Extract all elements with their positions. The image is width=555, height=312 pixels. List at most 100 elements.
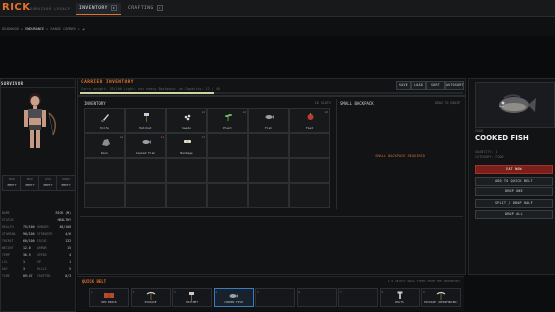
inventory-slot-empty[interactable] — [207, 133, 248, 158]
stat-row: THIRST 60/100 FOCUS 132 — [1, 239, 73, 245]
inventory-slot[interactable]: x2 Plant — [207, 108, 248, 133]
food-icon — [307, 113, 313, 120]
drop-one-button[interactable]: DROP ONE — [475, 187, 553, 196]
divider — [80, 216, 463, 217]
stat-label: CRAFTED — [37, 274, 51, 278]
quick-belt-slot[interactable]: 1 RED BRICK — [89, 288, 129, 307]
item-quantity-badge: x2 — [324, 110, 328, 114]
slot-item-name: PICKAXE — [144, 300, 157, 304]
equip-slot-legs[interactable]: LEGS EMPTY — [38, 175, 58, 191]
carry-weight-fill — [80, 92, 215, 94]
quick-belt-slot[interactable]: 8 BOLTS — [379, 288, 420, 307]
stat-value: 60/100 — [23, 239, 35, 243]
quick-belt-slot-empty[interactable]: 7 — [338, 288, 378, 307]
stat-row: STAMINA 90/100 STRENGTH 4/6 — [1, 232, 73, 238]
inventory-slot-empty[interactable] — [207, 158, 248, 183]
knife-icon — [100, 114, 109, 122]
item-preview — [475, 82, 555, 128]
autosort-button[interactable]: AUTOSORT — [445, 81, 464, 90]
inventory-slot[interactable]: Fish — [248, 108, 289, 133]
inventory-slot[interactable]: x3 Bandage — [166, 133, 207, 158]
item-name-label: Plant — [223, 126, 232, 130]
inventory-slot[interactable]: x2 Food — [289, 108, 330, 133]
inventory-slot[interactable]: Hatchet — [125, 108, 166, 133]
inventory-slot[interactable]: x4 Seeds — [166, 108, 207, 133]
inventory-slot-empty[interactable] — [248, 158, 289, 183]
tab-inventory[interactable]: INVENTORY I — [76, 3, 121, 15]
inventory-slot-empty[interactable] — [248, 133, 289, 158]
inventory-slot-empty[interactable] — [125, 183, 166, 208]
stat-value: 48/100 — [59, 225, 71, 229]
equip-slot-hands[interactable]: HANDS EMPTY — [56, 175, 76, 191]
add-to-quick-belt-button[interactable]: ADD TO QUICK BELT — [475, 177, 553, 186]
load-button[interactable]: LOAD — [411, 81, 426, 90]
inventory-slot-empty[interactable] — [125, 158, 166, 183]
stat-value: 4 — [69, 253, 71, 257]
stat-label: HEALTH — [2, 225, 14, 229]
stat-row: TEMP 36.5 SPEED 4 — [1, 253, 73, 259]
quick-belt-slot-empty[interactable]: 6 — [296, 288, 337, 307]
quick-belt-slot[interactable]: 2 PICKAXE — [130, 288, 171, 307]
sort-button[interactable]: SORT — [426, 81, 445, 90]
item-type: FOOD — [475, 129, 484, 133]
stat-label: TIME — [2, 274, 10, 278]
inventory-slot-empty[interactable] — [289, 158, 330, 183]
equip-slot-body-label: BODY — [26, 178, 34, 181]
backpack-required-notice: SMALL BACKPACK REQUIRED — [375, 154, 425, 158]
inventory-slot-empty[interactable] — [248, 183, 289, 208]
stat-value: 4/6 — [65, 232, 71, 236]
stat-label: ARMOR — [37, 246, 47, 250]
item-quantity-badge: x3 — [201, 135, 205, 139]
stat-value: HEALTHY — [57, 218, 71, 222]
quick-belt-slot-empty[interactable]: 5 — [255, 288, 295, 307]
breadcrumb-part-1[interactable]: DEADWOOD — [2, 27, 19, 31]
stat-label: WEIGHT — [2, 246, 14, 250]
game-logo: RICK — [2, 2, 31, 13]
inventory-slot-empty[interactable] — [289, 183, 330, 208]
item-name-label: Food — [306, 126, 313, 130]
stat-row: WEIGHT 12.0 ARMOR 15 — [1, 246, 73, 252]
inventory-slot-empty[interactable] — [207, 183, 248, 208]
backpack-area[interactable]: SMALL BACKPACK DRAG TO EQUIP SMALL BACKP… — [336, 99, 463, 209]
stat-row: NAME RICK (M) — [1, 211, 73, 217]
breadcrumb-part-3[interactable]: RANGE CAMBER — [50, 27, 75, 31]
split-drop-half-button[interactable]: SPLIT / DROP HALF — [475, 199, 553, 208]
inventory-slot-empty[interactable] — [84, 183, 125, 208]
inventory-slot-empty[interactable] — [289, 133, 330, 158]
inventory-slot[interactable]: Knife — [84, 108, 125, 133]
stat-label: LVL — [2, 260, 8, 264]
breadcrumb-part-2[interactable]: ENDURANCE — [25, 27, 44, 31]
quick-belt-slot[interactable]: 4 COOKED FISH — [213, 288, 254, 307]
tab-crafting[interactable]: CRAFTING C — [125, 3, 168, 14]
divider — [78, 95, 465, 97]
inventory-slot[interactable]: x1 Cooked Fish — [125, 133, 166, 158]
carry-weight-bar — [80, 92, 463, 94]
stat-value: 90/100 — [23, 232, 35, 236]
inventory-slot-empty[interactable] — [166, 158, 207, 183]
equip-slot-head[interactable]: HEAD EMPTY — [2, 175, 22, 191]
stat-value: 09:47 — [23, 274, 33, 278]
stat-value: 5 — [69, 267, 71, 271]
save-button[interactable]: SAVE — [396, 81, 411, 90]
stat-label: STATUS — [2, 218, 14, 222]
quick-belt-slot[interactable]: 9 PICKAXE (REINFORCED) — [421, 288, 461, 307]
slot-number: 2 — [132, 290, 135, 294]
stat-value: 132 — [65, 239, 71, 243]
item-name-label: Bandage — [180, 151, 193, 155]
item-name-label: Seeds — [182, 126, 191, 130]
quick-belt-slot[interactable]: 3 HATCHET — [172, 288, 212, 307]
stat-label: DAY — [2, 267, 8, 271]
eat-now-button[interactable]: EAT NOW — [475, 165, 553, 174]
stat-row: HEALTH 75/100 HUNGER 48/100 — [1, 225, 73, 231]
slot-item-name: RED BRICK — [101, 300, 117, 304]
stat-row: LVL 1 XP 1 — [1, 260, 73, 266]
inventory-slot-empty[interactable] — [166, 183, 207, 208]
slot-item-name: BOLTS — [395, 300, 404, 304]
inventory-slot-empty[interactable] — [84, 158, 125, 183]
equip-slot-body[interactable]: BODY EMPTY — [20, 175, 40, 191]
equip-slot-hands-value: EMPTY — [61, 183, 71, 187]
quick-belt-label: QUICK BELT — [82, 279, 107, 284]
inventory-slot[interactable]: x4 Rock — [84, 133, 125, 158]
drop-all-button[interactable]: DROP ALL — [475, 210, 553, 219]
item-quantity-badge: x4 — [201, 110, 205, 114]
